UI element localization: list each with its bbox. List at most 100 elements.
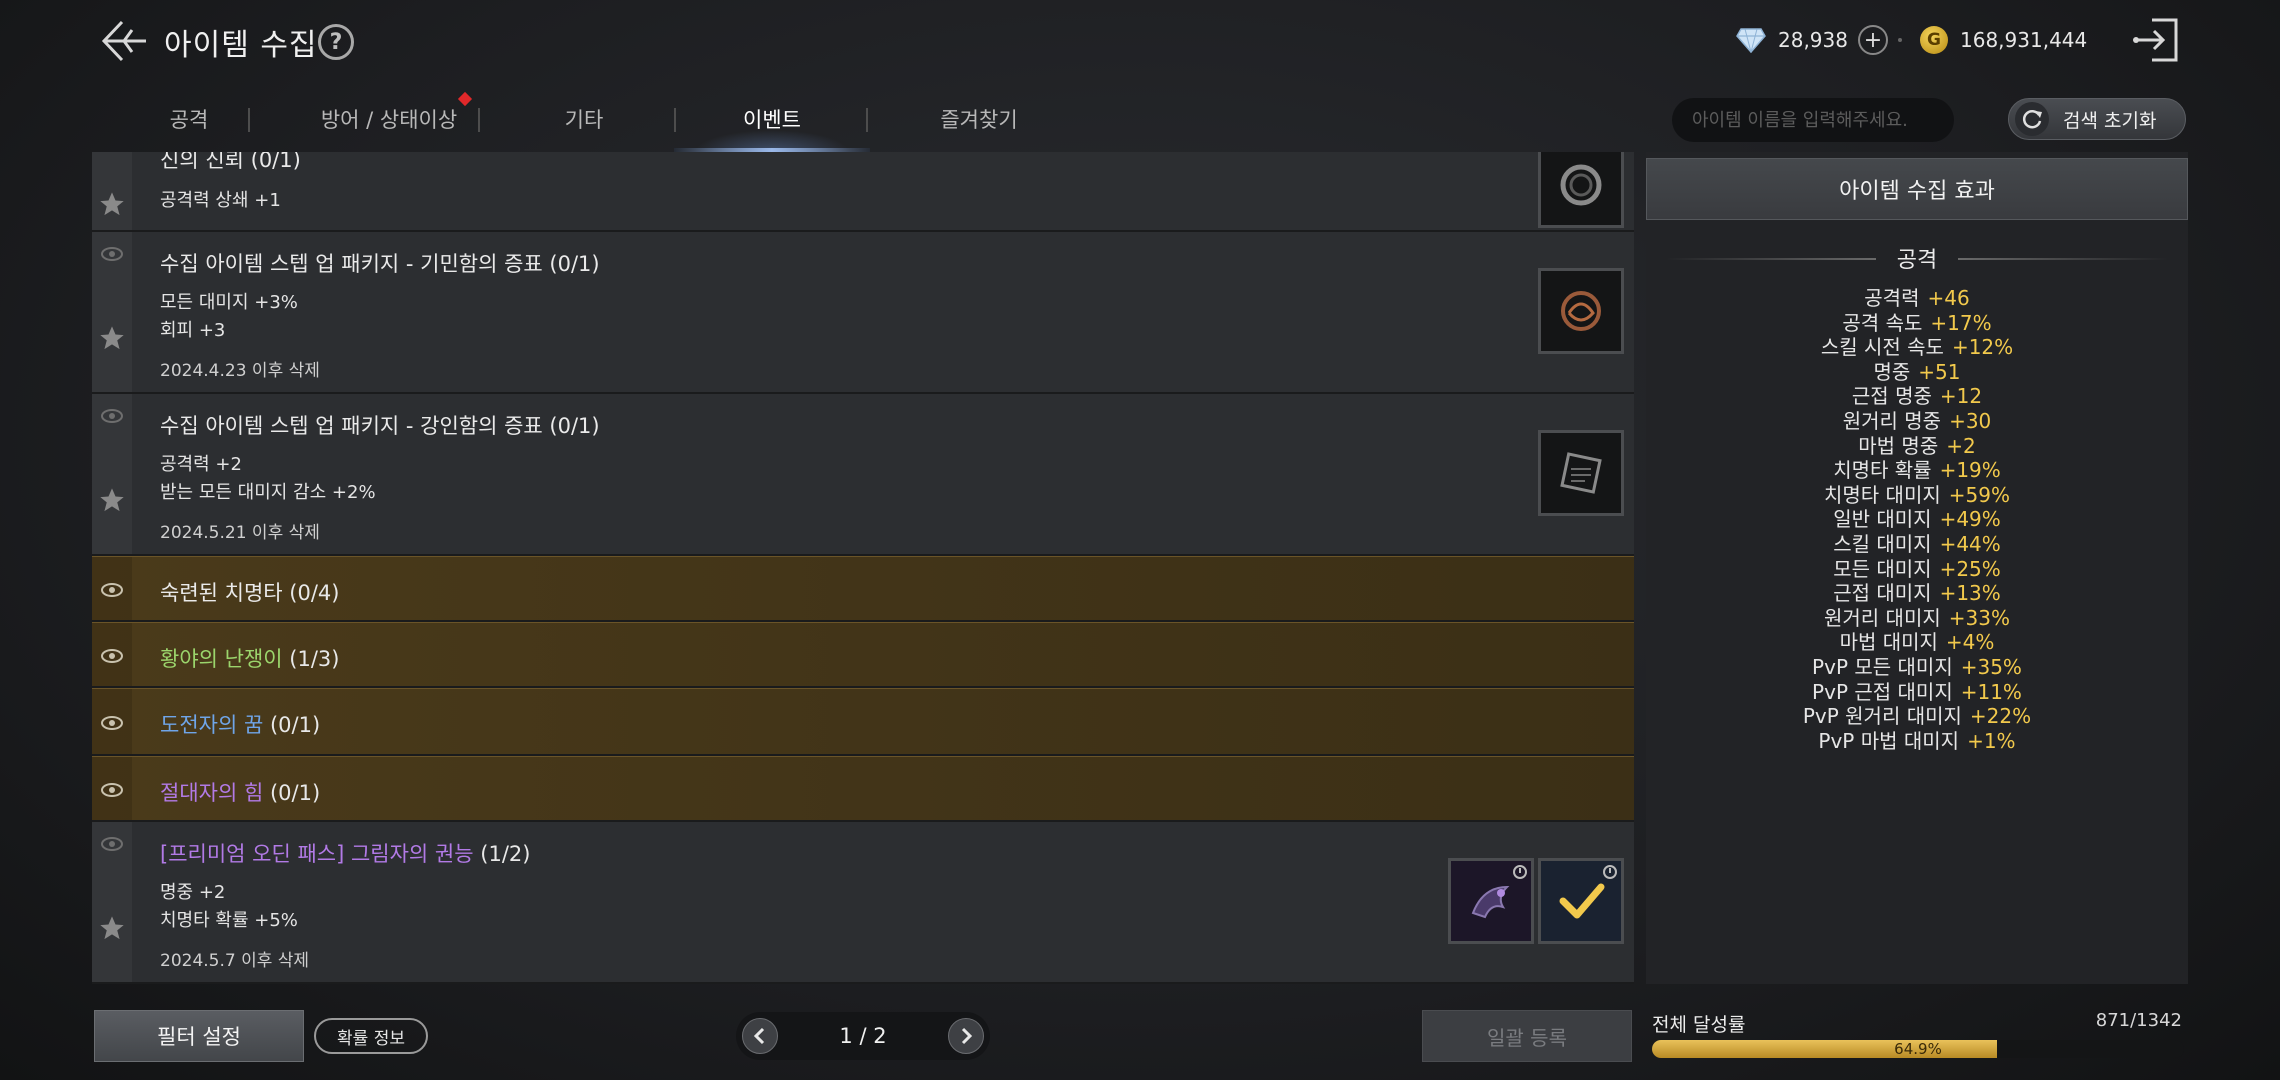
pagination: 1 / 2 bbox=[736, 1012, 990, 1060]
event-title: 숙련된 치명타 (0/4) bbox=[160, 577, 339, 607]
tab-attack[interactable]: 공격 bbox=[144, 86, 234, 152]
probability-info-button[interactable]: 확률 정보 bbox=[314, 1018, 428, 1054]
eye-icon[interactable] bbox=[100, 408, 124, 424]
tab-separator bbox=[866, 108, 868, 132]
item-expiry-date: 2024.5.21 이후 삭제 bbox=[160, 523, 320, 543]
event-count: (1/3) bbox=[289, 647, 340, 671]
item-title: 수집 아이템 스텝 업 패키지 - 강인함의 증표 (0/1) bbox=[160, 414, 600, 438]
item-effect: 공격력 상쇄 +1 bbox=[160, 190, 281, 211]
header: 아이템 수집 ? 28,938 + G 168,931,444 bbox=[0, 0, 2280, 82]
add-diamond-button[interactable]: + bbox=[1857, 25, 1888, 55]
favorite-star-icon[interactable] bbox=[98, 914, 126, 942]
eye-icon[interactable] bbox=[100, 782, 124, 798]
bulk-register-button[interactable]: 일괄 등록 bbox=[1422, 1010, 1632, 1062]
tab-favorites[interactable]: 즐겨찾기 bbox=[904, 86, 1054, 152]
eye-icon[interactable] bbox=[100, 246, 124, 262]
item-effect: 회피 +3 bbox=[160, 320, 226, 341]
item-slot[interactable] bbox=[1538, 152, 1624, 228]
favorite-star-icon[interactable] bbox=[98, 486, 126, 514]
chevron-right-icon bbox=[961, 1027, 973, 1045]
checkmark-icon bbox=[1559, 883, 1605, 919]
item-effect: 공격력 +2 bbox=[160, 454, 242, 475]
event-count: (0/1) bbox=[269, 781, 321, 805]
eye-icon[interactable] bbox=[100, 836, 124, 852]
list-item[interactable]: [프리미엄 오딘 패스] 그림자의 권능 (1/2) 명중 +2 치명타 확률 … bbox=[92, 822, 1634, 984]
diamond-icon bbox=[1736, 28, 1766, 53]
item-slot[interactable] bbox=[1448, 858, 1534, 944]
item-expiry-date: 2024.4.23 이후 삭제 bbox=[160, 361, 320, 381]
gold-currency: G 168,931,444 bbox=[1920, 22, 2087, 58]
eye-icon[interactable] bbox=[100, 582, 124, 598]
event-name: 숙련된 치명타 bbox=[160, 581, 283, 605]
eye-icon[interactable] bbox=[100, 648, 124, 664]
chevron-left-icon bbox=[753, 1027, 765, 1045]
list-item[interactable]: 수집 아이템 스텝 업 패키지 - 강인함의 증표 (0/1) 공격력 +2 받… bbox=[92, 394, 1634, 556]
event-count: (0/4) bbox=[289, 581, 340, 605]
achievement-percent: 64.9% bbox=[1894, 1040, 1942, 1058]
stat-name: PvP 마법 대미지 bbox=[1818, 728, 1960, 753]
next-page-button[interactable] bbox=[948, 1018, 984, 1054]
eye-icon[interactable] bbox=[100, 715, 124, 731]
back-arrow-icon bbox=[101, 20, 146, 62]
tab-event[interactable]: 이벤트 bbox=[674, 86, 870, 152]
item-expiry-date: 2024.5.7 이후 삭제 bbox=[160, 951, 310, 971]
item-slot-collected[interactable] bbox=[1538, 858, 1624, 944]
tab-etc[interactable]: 기타 bbox=[534, 86, 634, 152]
prev-page-button[interactable] bbox=[742, 1018, 778, 1054]
scroll-item-icon bbox=[1560, 452, 1602, 494]
item-title: 수집 아이템 스텝 업 패키지 - 기민함의 증표 (0/1) bbox=[160, 252, 600, 276]
item-name: [프리미엄 오딘 패스] 그림자의 권능 bbox=[160, 842, 474, 866]
search-input[interactable] bbox=[1672, 98, 1954, 142]
item-effect: 치명타 확률 +5% bbox=[160, 910, 298, 931]
list-item[interactable]: 신의 신뢰 (0/1) 공격력 상쇄 +1 bbox=[92, 152, 1634, 232]
stat-value: +1% bbox=[1967, 728, 2016, 753]
item-slot[interactable] bbox=[1538, 268, 1624, 354]
event-title: 절대자의 힘 (0/1) bbox=[160, 777, 320, 807]
effects-header: 아이템 수집 효과 bbox=[1646, 158, 2188, 220]
exit-button[interactable] bbox=[2128, 14, 2184, 66]
category-tabs: 공격 방어 / 상태이상 기타 이벤트 즐겨찾기 bbox=[94, 86, 1094, 152]
favorite-star-icon[interactable] bbox=[98, 190, 126, 218]
item-title: 신의 신뢰 (0/1) bbox=[160, 152, 301, 172]
clock-icon bbox=[1603, 865, 1617, 879]
effect-stat: PvP 마법 대미지 +1% bbox=[1646, 725, 2188, 754]
ring-item-icon bbox=[1560, 164, 1602, 206]
event-count: (0/1) bbox=[269, 713, 321, 737]
section-divider bbox=[1958, 258, 2168, 260]
diamond-currency: 28,938 + bbox=[1736, 22, 1888, 58]
currency-separator bbox=[1898, 38, 1902, 42]
item-slot[interactable] bbox=[1538, 430, 1624, 516]
tab-separator bbox=[478, 108, 480, 132]
filter-settings-button[interactable]: 필터 설정 bbox=[94, 1010, 304, 1062]
event-category-row[interactable]: 절대자의 힘 (0/1) bbox=[92, 756, 1634, 822]
reset-search-label: 검색 초기화 bbox=[2063, 109, 2157, 132]
event-category-row[interactable]: 황야의 난쟁이 (1/3) bbox=[92, 622, 1634, 688]
item-effect: 모든 대미지 +3% bbox=[160, 292, 298, 313]
event-category-row[interactable]: 숙련된 치명타 (0/4) bbox=[92, 556, 1634, 622]
item-effect: 받는 모든 대미지 감소 +2% bbox=[160, 482, 376, 503]
help-button[interactable]: ? bbox=[318, 24, 354, 60]
event-name: 도전자의 꿈 bbox=[160, 713, 264, 737]
page-title: 아이템 수집 bbox=[164, 28, 318, 63]
achievement-count: 871/1342 bbox=[2095, 1010, 2182, 1031]
collection-list[interactable]: 신의 신뢰 (0/1) 공격력 상쇄 +1 수집 아이템 스텝 업 패키지 - … bbox=[92, 152, 1634, 984]
page-indicator: 1 / 2 bbox=[839, 1024, 887, 1048]
event-category-row[interactable]: 도전자의 꿈 (0/1) bbox=[92, 688, 1634, 756]
list-item[interactable]: 수집 아이템 스텝 업 패키지 - 기민함의 증표 (0/1) 모든 대미지 +… bbox=[92, 232, 1634, 394]
gold-coin-icon: G bbox=[1920, 26, 1948, 54]
app-frame: 아이템 수집 ? 28,938 + G 168,931,444 공격 방어 / … bbox=[0, 0, 2280, 1080]
favorite-star-icon[interactable] bbox=[98, 324, 126, 352]
collection-effects-panel: 아이템 수집 효과 공격 공격력 +46 공격 속도 +17% 스킬 시전 속도 +12%… bbox=[1646, 152, 2188, 984]
emblem-item-icon bbox=[1561, 291, 1601, 331]
diamond-amount: 28,938 bbox=[1778, 28, 1848, 52]
clock-icon bbox=[1513, 865, 1527, 879]
item-count: (1/2) bbox=[480, 842, 531, 866]
back-button[interactable] bbox=[96, 14, 154, 68]
reset-search-button[interactable]: 검색 초기화 bbox=[2008, 98, 2186, 140]
tab-defense[interactable]: 방어 / 상태이상 bbox=[294, 86, 484, 152]
item-title: [프리미엄 오딘 패스] 그림자의 권능 (1/2) bbox=[160, 838, 530, 868]
item-effect: 명중 +2 bbox=[160, 882, 226, 903]
event-title: 도전자의 꿈 (0/1) bbox=[160, 709, 320, 739]
gold-amount: 168,931,444 bbox=[1960, 28, 2088, 52]
achievement-label: 전체 달성률 bbox=[1652, 1014, 1746, 1036]
